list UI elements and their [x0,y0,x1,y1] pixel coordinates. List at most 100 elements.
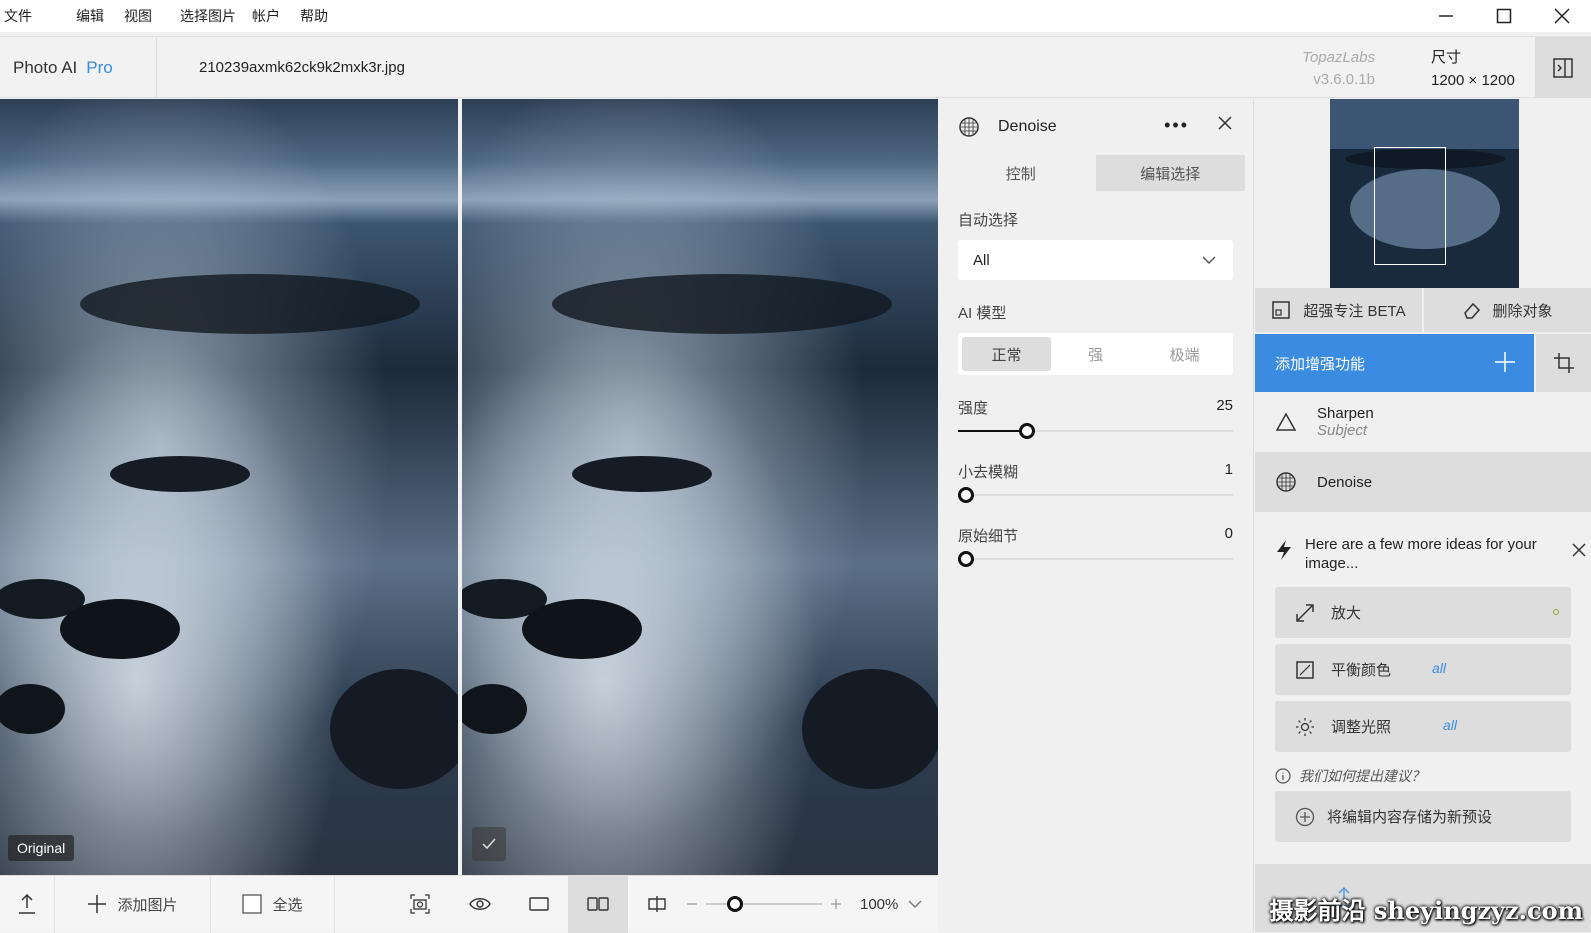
seascape-image [0,99,458,875]
checkbox-icon [242,894,262,914]
idea-balance-color-label: 平衡颜色 [1331,659,1391,680]
menu-account[interactable]: 帐户 [248,6,280,26]
original-preview[interactable]: Original [0,99,458,875]
idea-balance-color-button[interactable]: 平衡颜色 all [1275,644,1571,695]
idea-balance-color-tag: all [1432,660,1446,676]
add-image-label: 添加图片 [117,894,177,915]
remove-object-button[interactable]: 删除对象 [1424,288,1591,332]
eraser-icon [1462,300,1482,320]
seascape-processed-image [462,99,938,875]
panel-toggle-button[interactable] [1535,37,1591,98]
tab-control[interactable]: 控制 [946,155,1096,191]
side-by-side-view-button[interactable] [568,876,628,933]
auto-select-value: All [973,252,990,269]
zoom-control: 100% [686,896,922,913]
how-suggest-label: 我们如何提出建议？ [1299,766,1425,786]
zoom-in-icon[interactable] [830,898,842,910]
app-tier: Pro [86,58,112,78]
snapshot-button[interactable] [390,876,450,933]
app-name: Photo AI [13,58,77,78]
split-view-icon [646,893,668,915]
processed-preview[interactable] [462,99,938,875]
super-focus-button[interactable]: 超强专注 BETA [1255,288,1422,332]
model-option-normal[interactable]: 正常 [962,337,1051,371]
how-suggest-link[interactable]: 我们如何提出建议？ [1275,766,1425,786]
strength-value: 25 [1216,397,1233,414]
bottom-toolbar: 添加图片 全选 100% [0,875,938,932]
original-detail-track[interactable] [958,558,1233,560]
version-number: v3.6.0.1b [1302,69,1375,91]
menu-help[interactable]: 帮助 [296,6,328,26]
close-settings-button[interactable] [1217,115,1233,134]
save-preset-button[interactable]: 将编辑内容存储为新预设 [1275,791,1571,842]
idea-adjust-light-button[interactable]: 调整光照 all [1275,701,1571,752]
zoom-slider-handle[interactable] [727,896,743,912]
add-enhancement-button[interactable]: 添加增强功能 [1255,334,1534,392]
select-all-checkbox[interactable]: 全选 [211,876,335,933]
minimize-icon [1438,8,1454,24]
maximize-button[interactable] [1475,0,1533,32]
model-option-extreme[interactable]: 极端 [1140,337,1229,371]
close-icon [1572,543,1586,557]
close-icon [1217,115,1233,131]
plus-icon [1494,351,1516,373]
model-item-sharpen[interactable]: Sharpen Subject [1255,392,1591,452]
ai-model-selector: 正常 强 极端 [958,333,1233,375]
chevron-down-icon[interactable] [908,897,922,911]
auto-select-dropdown[interactable]: All [958,240,1233,280]
split-view-button[interactable] [628,876,686,933]
menu-select-image[interactable]: 选择图片 [176,6,236,26]
settings-tabs: 控制 编辑选择 [946,155,1245,191]
super-focus-label: 超强专注 BETA [1303,300,1405,321]
tab-edit-selection[interactable]: 编辑选择 [1096,155,1246,191]
sharpen-name: Sharpen [1317,405,1374,422]
check-icon [481,836,497,852]
plus-circle-icon [1295,807,1315,827]
window-controls [1417,0,1591,32]
zoom-value: 100% [860,896,898,913]
crop-button[interactable] [1536,334,1591,392]
deblur-handle[interactable] [958,487,974,503]
preview-toggle-button[interactable] [450,876,510,933]
model-item-denoise[interactable]: Denoise [1255,452,1591,512]
select-all-label: 全选 [272,894,302,915]
menu-file[interactable]: 文件 [0,6,32,26]
model-option-strong[interactable]: 强 [1051,337,1140,371]
viewport-frame[interactable] [1374,147,1446,265]
denoise-icon [1275,471,1297,493]
deblur-track[interactable] [958,494,1233,496]
navigator-thumbnail[interactable] [1330,99,1519,288]
strength-fill [958,430,1027,432]
sharpen-sub: Subject [1317,422,1374,439]
menu-view[interactable]: 视图 [120,6,152,26]
single-view-button[interactable] [510,876,568,933]
single-view-icon [528,893,550,915]
zoom-out-icon[interactable] [686,898,698,910]
original-detail-handle[interactable] [958,551,974,567]
panel-toggle-icon [1552,57,1574,79]
focus-icon [1271,300,1291,320]
idea-upscale-label: 放大 [1331,602,1361,623]
add-image-button[interactable]: 添加图片 [55,876,211,933]
ideas-section: Here are a few more ideas for your image… [1255,519,1591,573]
watermark: 摄影前沿 sheyingzyz.com [1270,891,1583,926]
minimize-button[interactable] [1417,0,1475,32]
version-info: TopazLabs v3.6.0.1b [1302,47,1375,91]
crop-icon [1553,352,1575,374]
info-icon [1275,768,1291,784]
upload-button[interactable] [0,876,55,933]
menu-edit[interactable]: 编辑 [72,6,104,26]
deblur-slider: 小去模糊 1 [958,447,1233,511]
idea-upscale-button[interactable]: 放大 [1275,587,1571,638]
settings-header: Denoise ••• [938,99,1253,155]
idea-adjust-light-tag: all [1443,717,1457,733]
strength-handle[interactable] [1019,423,1035,439]
add-enhancement-label: 添加增强功能 [1275,353,1365,374]
close-window-button[interactable] [1533,0,1591,32]
close-ideas-button[interactable] [1572,543,1586,560]
more-options-button[interactable]: ••• [1164,115,1189,136]
processed-check-badge [472,827,506,861]
strength-label: 强度 [958,397,988,418]
zoom-slider-track[interactable] [706,903,822,905]
camera-icon [409,893,431,915]
